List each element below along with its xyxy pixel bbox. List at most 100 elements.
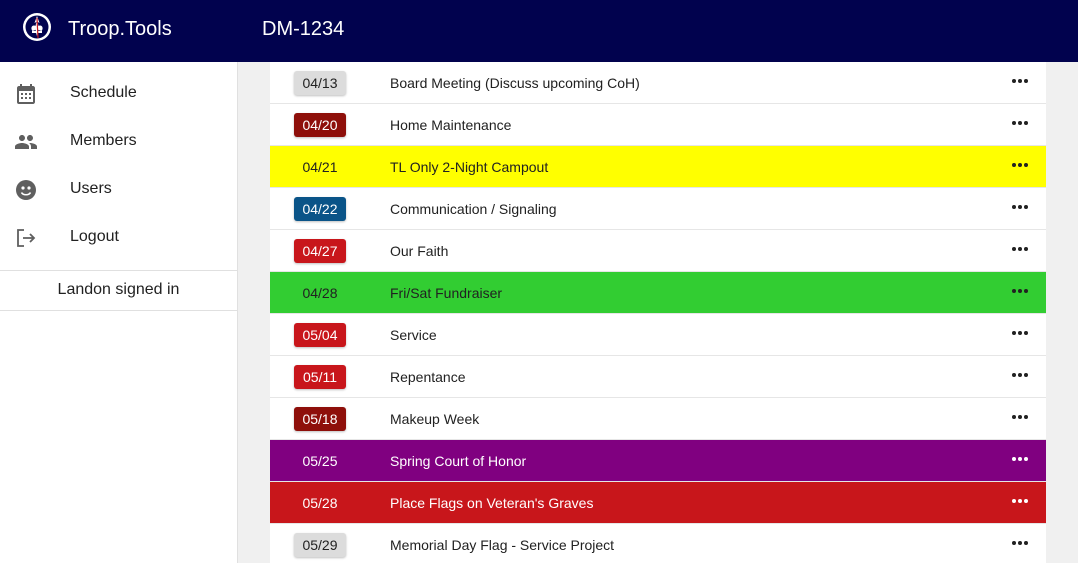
menu-dot [1024, 163, 1028, 167]
event-row[interactable]: 04/20 Home Maintenance [270, 104, 1046, 146]
event-date-chip: 04/27 [294, 239, 346, 263]
event-title: Spring Court of Honor [390, 453, 527, 469]
event-date-chip: 04/28 [302, 285, 338, 301]
event-title: Repentance [390, 369, 466, 385]
sidebar-item-label: Members [70, 132, 137, 149]
menu-dot [1024, 415, 1028, 419]
menu-dot [1018, 79, 1022, 83]
event-row[interactable]: 04/21 TL Only 2-Night Campout [270, 146, 1046, 188]
sidebar-item-schedule[interactable]: Schedule [0, 70, 237, 118]
menu-dot [1012, 499, 1016, 503]
event-title: TL Only 2-Night Campout [390, 159, 549, 175]
event-date-chip: 04/13 [294, 71, 346, 95]
divider [0, 310, 237, 311]
event-title: Place Flags on Veteran's Graves [390, 495, 594, 511]
event-row[interactable]: 04/22 Communication / Signaling [270, 188, 1046, 230]
menu-dot [1018, 373, 1022, 377]
event-date-chip: 04/20 [294, 113, 346, 137]
sidebar-item-users[interactable]: Users [0, 166, 237, 214]
menu-dot [1012, 373, 1016, 377]
menu-dot [1012, 331, 1016, 335]
divider [0, 270, 237, 271]
menu-dot [1024, 331, 1028, 335]
event-row[interactable]: 04/27 Our Faith [270, 230, 1046, 272]
event-date-chip: 05/18 [294, 407, 346, 431]
fleur-de-lis-logo-icon[interactable] [22, 12, 52, 42]
menu-dot [1012, 247, 1016, 251]
event-list: 04/13 Board Meeting (Discuss upcoming CoH… [270, 62, 1046, 563]
menu-dot [1018, 331, 1022, 335]
more-options-icon[interactable] [1008, 152, 1032, 176]
event-date-chip: 05/28 [302, 495, 338, 511]
sidebar-item-label: Logout [70, 228, 119, 245]
more-options-icon[interactable] [1008, 446, 1032, 470]
event-date-chip: 05/04 [294, 323, 346, 347]
menu-dot [1018, 289, 1022, 293]
event-title: Makeup Week [390, 411, 480, 427]
menu-dot [1024, 499, 1028, 503]
menu-dot [1024, 205, 1028, 209]
event-row[interactable]: 05/18 Makeup Week [270, 398, 1046, 440]
top-app-bar: Troop.Tools DM-1234 [0, 0, 1078, 62]
menu-dot [1012, 205, 1016, 209]
menu-dot [1018, 121, 1022, 125]
more-options-icon[interactable] [1008, 110, 1032, 134]
face-icon [16, 180, 36, 200]
app-title[interactable]: Troop.Tools [68, 18, 172, 41]
menu-dot [1024, 373, 1028, 377]
more-options-icon[interactable] [1008, 320, 1032, 344]
event-row[interactable]: 05/04 Service [270, 314, 1046, 356]
more-options-icon[interactable] [1008, 362, 1032, 386]
more-options-icon[interactable] [1008, 404, 1032, 428]
signed-in-status: Landon signed in [57, 281, 180, 298]
menu-dot [1024, 121, 1028, 125]
more-options-icon[interactable] [1008, 530, 1032, 554]
menu-dot [1012, 121, 1016, 125]
menu-dot [1018, 415, 1022, 419]
menu-dot [1012, 541, 1016, 545]
event-date-chip: 05/11 [294, 365, 346, 389]
more-options-icon[interactable] [1008, 488, 1032, 512]
event-title: Communication / Signaling [390, 201, 557, 217]
menu-dot [1024, 79, 1028, 83]
people-icon [15, 135, 37, 149]
event-row[interactable]: 05/29 Memorial Day Flag - Service Project [270, 524, 1046, 563]
event-date-chip: 05/25 [302, 453, 338, 469]
more-options-icon[interactable] [1008, 68, 1032, 92]
menu-dot [1012, 163, 1016, 167]
menu-dot [1018, 163, 1022, 167]
event-title: Board Meeting (Discuss upcoming CoH) [390, 75, 640, 91]
menu-dot [1024, 247, 1028, 251]
more-options-icon[interactable] [1008, 278, 1032, 302]
event-row[interactable]: 05/25 Spring Court of Honor [270, 440, 1046, 482]
event-date-chip: 05/29 [294, 533, 346, 557]
event-row[interactable]: 04/13 Board Meeting (Discuss upcoming CoH… [270, 62, 1046, 104]
sidebar-item-label: Schedule [70, 84, 137, 101]
menu-dot [1024, 457, 1028, 461]
more-options-icon[interactable] [1008, 236, 1032, 260]
event-date-chip: 04/21 [302, 159, 338, 175]
logout-icon [17, 229, 36, 247]
menu-dot [1018, 205, 1022, 209]
event-row[interactable]: 05/28 Place Flags on Veteran's Graves [270, 482, 1046, 524]
sidebar-item-members[interactable]: Members [0, 118, 237, 166]
calendar-icon [17, 84, 35, 104]
event-title: Memorial Day Flag - Service Project [390, 537, 615, 553]
menu-dot [1018, 499, 1022, 503]
sidebar-item-logout[interactable]: Logout [0, 214, 237, 262]
menu-dot [1018, 247, 1022, 251]
event-row[interactable]: 05/11 Repentance [270, 356, 1046, 398]
menu-dot [1018, 541, 1022, 545]
menu-dot [1012, 79, 1016, 83]
more-options-icon[interactable] [1008, 194, 1032, 218]
menu-dot [1024, 541, 1028, 545]
event-row[interactable]: 04/28 Fri/Sat Fundraiser [270, 272, 1046, 314]
sidebar: Schedule Members Users Logout Landon sig… [0, 62, 238, 563]
event-title: Home Maintenance [390, 117, 512, 133]
sidebar-item-label: Users [70, 180, 112, 197]
menu-dot [1012, 415, 1016, 419]
event-title: Service [390, 327, 437, 343]
menu-dot [1012, 289, 1016, 293]
event-title: Fri/Sat Fundraiser [390, 285, 503, 301]
unit-title: DM-1234 [262, 18, 345, 40]
